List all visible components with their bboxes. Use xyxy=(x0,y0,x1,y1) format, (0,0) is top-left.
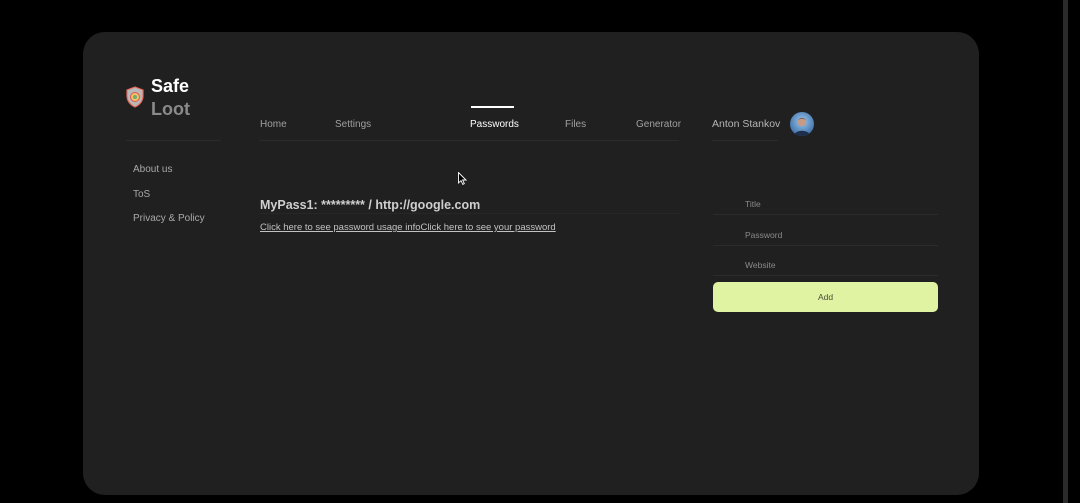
side-link-about-us[interactable]: About us xyxy=(133,164,205,189)
nav-home[interactable]: Home xyxy=(260,119,287,130)
nav-settings[interactable]: Settings xyxy=(335,119,371,130)
side-link-privacy-policy[interactable]: Privacy & Policy xyxy=(133,213,205,238)
website-input[interactable] xyxy=(713,254,938,276)
password-entry-links: Click here to see password usage infoCli… xyxy=(260,222,556,233)
password-usage-link[interactable]: Click here to see password usage info xyxy=(260,222,421,233)
title-input[interactable] xyxy=(713,193,938,215)
avatar[interactable] xyxy=(790,112,814,136)
password-entry-title: MyPass1: ********* / http://google.com xyxy=(260,198,481,212)
brand-name-line1: Safe xyxy=(151,76,190,96)
user-avatar-icon xyxy=(790,112,814,136)
brand-name-line2: Loot xyxy=(151,99,190,119)
user-name[interactable]: Anton Stankov xyxy=(712,118,780,130)
password-entry-divider xyxy=(260,213,680,214)
nav-files[interactable]: Files xyxy=(565,119,586,130)
window-scrollbar[interactable] xyxy=(1063,0,1068,503)
logo-divider xyxy=(126,140,221,141)
user-divider xyxy=(712,140,778,141)
add-button[interactable]: Add xyxy=(713,282,938,312)
nav-divider xyxy=(259,140,679,141)
app-panel: Safe Loot About us ToS Privacy & Policy … xyxy=(83,32,979,495)
mouse-cursor-icon xyxy=(458,172,467,185)
nav-passwords[interactable]: Passwords xyxy=(470,119,519,130)
brand-logo[interactable]: Safe Loot xyxy=(125,75,190,121)
shield-lock-icon xyxy=(126,86,144,108)
brand-name: Safe Loot xyxy=(151,75,190,121)
side-link-tos[interactable]: ToS xyxy=(133,189,205,214)
password-reveal-link[interactable]: Click here to see your password xyxy=(421,222,556,233)
side-links: About us ToS Privacy & Policy xyxy=(133,164,205,238)
password-input[interactable] xyxy=(713,224,938,246)
nav-generator[interactable]: Generator xyxy=(636,119,681,130)
nav-active-indicator xyxy=(471,106,514,108)
